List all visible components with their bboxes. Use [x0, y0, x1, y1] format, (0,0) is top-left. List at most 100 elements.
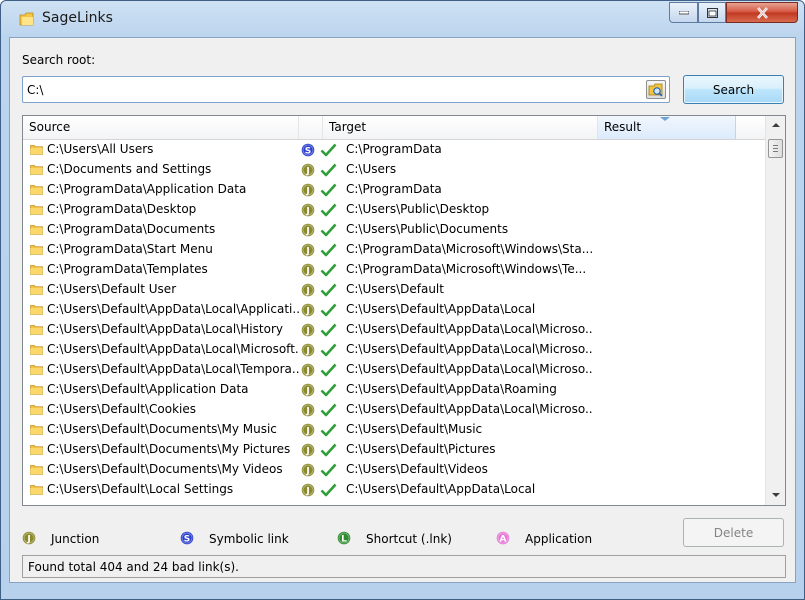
- scroll-up-icon[interactable]: [772, 123, 780, 127]
- search-button[interactable]: Search: [683, 75, 784, 104]
- source-path: C:\Users\Default\AppData\Local\History: [47, 322, 283, 336]
- target-path: C:\Users\Default\AppData\Local\Microso..…: [346, 322, 592, 336]
- thumb-grip: [773, 148, 778, 149]
- svg-text:J: J: [26, 535, 30, 545]
- svg-text:S: S: [305, 147, 311, 157]
- link-type-icon: J: [301, 423, 315, 437]
- green-check-icon: [320, 483, 337, 497]
- table-row[interactable]: C:\ProgramData\Start Menu J C:\ProgramData…: [23, 240, 765, 260]
- scroll-thumb[interactable]: [768, 139, 783, 158]
- target-path: C:\Users\Public\Desktop: [346, 202, 490, 216]
- green-check-icon: [320, 363, 337, 377]
- svg-text:J: J: [305, 167, 309, 177]
- delete-button[interactable]: Delete: [683, 518, 784, 547]
- target-path: C:\Users\Default\Videos: [346, 462, 488, 476]
- window-title: SageLinks: [42, 10, 113, 26]
- link-type-icon: J: [301, 283, 315, 297]
- table-row[interactable]: C:\Users\Default\AppData\Local\Microsoft…: [23, 340, 765, 360]
- link-type-icon: J: [301, 343, 315, 357]
- green-check-icon: [320, 323, 337, 337]
- svg-text:A: A: [500, 535, 507, 545]
- table-row[interactable]: C:\Users\All Users S C:\ProgramData: [23, 140, 765, 160]
- target-path: C:\ProgramData: [346, 182, 442, 196]
- folder-icon: [30, 385, 43, 395]
- link-type-icon: J: [301, 443, 315, 457]
- table-row[interactable]: C:\Users\Default\AppData\Local\History J C…: [23, 320, 765, 340]
- svg-text:J: J: [305, 207, 309, 217]
- minimize-button[interactable]: [669, 2, 698, 23]
- table-row[interactable]: C:\Users\Default\Documents\My Music J C:\U…: [23, 420, 765, 440]
- link-type-icon: J: [301, 483, 315, 497]
- search-root-input[interactable]: [27, 81, 637, 98]
- source-path: C:\Users\Default\Application Data: [47, 382, 249, 396]
- target-path: C:\Users\Default\AppData\Local\Microso..…: [346, 402, 592, 416]
- source-path: C:\Documents and Settings: [47, 162, 212, 176]
- vertical-scrollbar[interactable]: [765, 116, 785, 505]
- target-path: C:\Users\Default\AppData\Local: [346, 302, 536, 316]
- table-row[interactable]: C:\ProgramData\Documents J C:\Users\Public…: [23, 220, 765, 240]
- table-row[interactable]: C:\Users\Default\Cookies J C:\Users\Defaul…: [23, 400, 765, 420]
- column-type[interactable]: [299, 116, 323, 139]
- table-row[interactable]: C:\Users\Default User J C:\Users\Default: [23, 280, 765, 300]
- svg-text:J: J: [305, 267, 309, 277]
- maximize-button[interactable]: [698, 2, 726, 23]
- source-path: C:\Users\Default\Local Settings: [47, 482, 234, 496]
- green-check-icon: [320, 463, 337, 477]
- junction-icon: J: [22, 531, 36, 545]
- table-row[interactable]: C:\Users\Default\AppData\Local\Applicati…: [23, 300, 765, 320]
- close-button[interactable]: [726, 2, 798, 23]
- link-type-icon: S: [301, 143, 315, 157]
- search-root-label: Search root:: [22, 53, 96, 67]
- browse-button[interactable]: [646, 80, 666, 99]
- column-result[interactable]: Result: [598, 116, 736, 139]
- close-icon: [756, 6, 768, 19]
- svg-text:J: J: [305, 327, 309, 337]
- folder-icon: [30, 445, 43, 455]
- table-row[interactable]: C:\Users\Default\Documents\My Videos J C:\…: [23, 460, 765, 480]
- table-row[interactable]: C:\Users\Default\Local Settings J C:\Users…: [23, 480, 765, 500]
- folder-icon: [30, 345, 43, 355]
- green-check-icon: [320, 403, 337, 417]
- svg-text:J: J: [305, 407, 309, 417]
- folder-icon: [30, 405, 43, 415]
- column-source[interactable]: Source: [23, 116, 299, 139]
- table-row[interactable]: C:\Users\Default\Documents\My Pictures J C…: [23, 440, 765, 460]
- folder-icon: [30, 465, 43, 475]
- folder-icon: [30, 245, 43, 255]
- column-target[interactable]: Target: [323, 116, 598, 139]
- target-path: C:\ProgramData\Microsoft\Windows\Sta...: [346, 242, 592, 256]
- client-area: Search root: Search Source Target Result: [9, 37, 796, 583]
- main-window: SageLinks Search root: Search S: [0, 0, 805, 600]
- link-type-icon: J: [301, 463, 315, 477]
- link-type-icon: J: [301, 243, 315, 257]
- svg-text:J: J: [305, 347, 309, 357]
- svg-text:J: J: [305, 447, 309, 457]
- minimize-icon: [678, 10, 689, 14]
- folder-icon: [30, 165, 43, 175]
- table-row[interactable]: C:\ProgramData\Templates J C:\ProgramData\…: [23, 260, 765, 280]
- table-row[interactable]: C:\Users\Default\AppData\Local\Tempora..…: [23, 360, 765, 380]
- table-row[interactable]: C:\ProgramData\Application Data J C:\Progr…: [23, 180, 765, 200]
- sort-arrow-icon: [660, 117, 670, 121]
- green-check-icon: [320, 143, 337, 157]
- folder-link-icon: [19, 12, 34, 26]
- search-root-field[interactable]: [22, 76, 670, 103]
- legend-shortcut-label: Shortcut (.lnk): [366, 532, 452, 546]
- status-bar: Found total 404 and 24 bad link(s).: [22, 555, 786, 578]
- target-path: C:\ProgramData\Microsoft\Windows\Te...: [346, 262, 587, 276]
- folder-icon: [30, 485, 43, 495]
- browse-folder-icon: [648, 83, 663, 97]
- folder-icon: [30, 365, 43, 375]
- folder-icon: [30, 305, 43, 315]
- table-row[interactable]: C:\Documents and Settings J C:\Users: [23, 160, 765, 180]
- folder-icon: [30, 205, 43, 215]
- list-header: Source Target Result: [23, 116, 765, 140]
- table-row[interactable]: C:\Users\Default\Application Data J C:\Use…: [23, 380, 765, 400]
- links-list[interactable]: Source Target Result C:\Users\All Users S…: [22, 115, 786, 506]
- scroll-down-icon[interactable]: [772, 493, 780, 497]
- source-path: C:\ProgramData\Desktop: [47, 202, 197, 216]
- application-icon: A: [496, 531, 510, 545]
- source-path: C:\ProgramData\Documents: [47, 222, 216, 236]
- title-bar: SageLinks: [1, 1, 804, 37]
- table-row[interactable]: C:\ProgramData\Desktop J C:\Users\Public\D…: [23, 200, 765, 220]
